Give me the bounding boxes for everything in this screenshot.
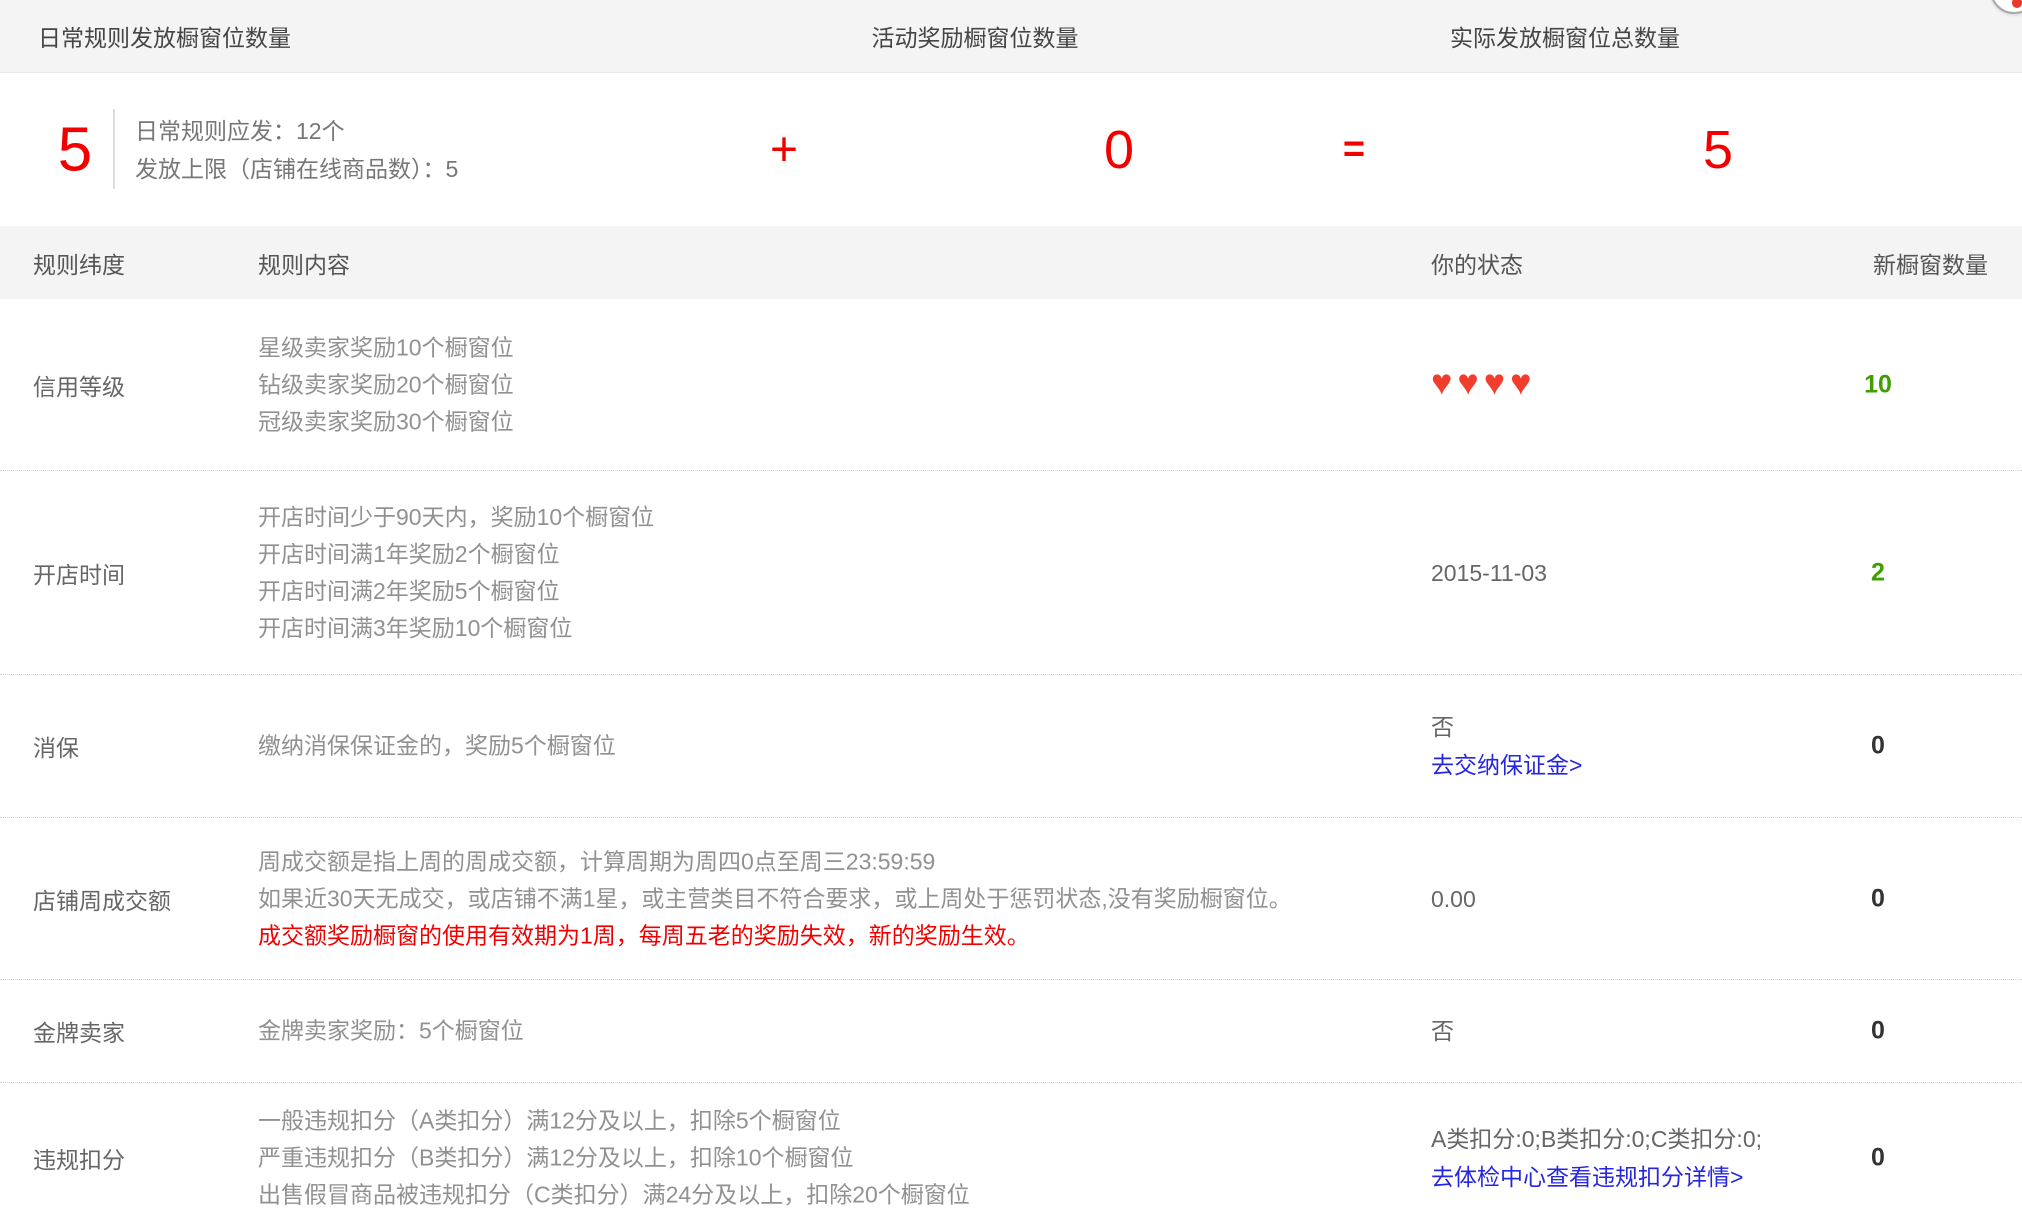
row-count: 0 [1830, 884, 1926, 913]
total-slot-count: 5 [1703, 119, 1733, 181]
summary-title-band: 日常规则发放橱窗位数量 活动奖励橱窗位数量 实际发放橱窗位总数量 [0, 0, 2022, 73]
row-dimension-label: 消保 [33, 729, 79, 763]
row-dimension-label: 金牌卖家 [33, 1014, 125, 1048]
summary-formula-band: 5 日常规则应发：12个 发放上限（店铺在线商品数）：5 + 0 = 5 [0, 73, 2022, 226]
violation-scores: A类扣分:0;B类扣分:0;C类扣分:0; [1431, 1120, 1762, 1158]
health-center-link[interactable]: 去体检中心查看违规扣分详情> [1431, 1164, 1743, 1190]
daily-cap-line: 发放上限（店铺在线商品数）：5 [135, 150, 458, 188]
row-dimension-label: 开店时间 [33, 556, 125, 590]
row-count: 0 [1830, 1143, 1926, 1172]
row-count: 0 [1830, 1017, 1926, 1046]
table-row-violation-points: 违规扣分 一般违规扣分（A类扣分）满12分及以上，扣除5个橱窗位 严重违规扣分（… [0, 1083, 2022, 1232]
row-status: 0.00 [1431, 880, 1476, 918]
header-rule-dimension: 规则纬度 [33, 246, 125, 280]
row-status: 否 去交纳保证金> [1431, 708, 1582, 784]
table-row-consumer-protection: 消保 缴纳消保保证金的，奖励5个橱窗位 否 去交纳保证金> 0 [0, 675, 2022, 818]
vertical-divider [113, 109, 115, 189]
row-content: 一般违规扣分（A类扣分）满12分及以上，扣除5个橱窗位 严重违规扣分（B类扣分）… [258, 1102, 970, 1213]
row-dimension-label: 违规扣分 [33, 1141, 125, 1175]
daily-due-line: 日常规则应发：12个 [135, 112, 458, 150]
table-row-opening-time: 开店时间 开店时间少于90天内，奖励10个橱窗位 开店时间满1年奖励2个橱窗位 … [0, 471, 2022, 675]
table-row-weekly-turnover: 店铺周成交额 周成交额是指上周的周成交额，计算周期为周四0点至周三23:59:5… [0, 818, 2022, 980]
actual-total-title: 实际发放橱窗位总数量 [1450, 19, 1680, 53]
row-count: 0 [1830, 732, 1926, 761]
row-status: 否 [1431, 1012, 1454, 1050]
header-rule-content: 规则内容 [258, 246, 350, 280]
row-status: A类扣分:0;B类扣分:0;C类扣分:0; 去体检中心查看违规扣分详情> [1431, 1120, 1762, 1196]
showcase-rules-page: 日常规则发放橱窗位数量 活动奖励橱窗位数量 实际发放橱窗位总数量 5 日常规则应… [0, 0, 2022, 1232]
status-value: 否 [1431, 1018, 1454, 1044]
row-content: 缴纳消保保证金的，奖励5个橱窗位 [258, 728, 616, 765]
row-dimension-label: 店铺周成交额 [33, 882, 171, 916]
plus-sign: + [770, 122, 798, 177]
validity-warning-text: 成交额奖励橱窗的使用有效期为1周，每周五老的奖励失效，新的奖励生效。 [258, 917, 1292, 954]
activity-reward-title: 活动奖励橱窗位数量 [872, 19, 1079, 53]
row-status: ♥♥♥♥ [1431, 364, 1537, 405]
activity-slot-count: 0 [1104, 119, 1134, 181]
daily-slot-count: 5 [58, 114, 92, 185]
pay-deposit-link[interactable]: 去交纳保证金> [1431, 752, 1582, 778]
credit-hearts-icon: ♥♥♥♥ [1431, 361, 1537, 402]
daily-rule-title: 日常规则发放橱窗位数量 [38, 19, 291, 53]
turnover-value: 0.00 [1431, 886, 1476, 912]
table-row-credit-level: 信用等级 星级卖家奖励10个橱窗位 钻级卖家奖励20个橱窗位 冠级卖家奖励30个… [0, 299, 2022, 471]
row-dimension-label: 信用等级 [33, 368, 125, 402]
row-content: 金牌卖家奖励：5个橱窗位 [258, 1013, 524, 1050]
row-count: 2 [1830, 558, 1926, 587]
row-count: 10 [1830, 370, 1926, 399]
table-row-gold-seller: 金牌卖家 金牌卖家奖励：5个橱窗位 否 0 [0, 980, 2022, 1083]
header-your-status: 你的状态 [1431, 246, 1523, 280]
status-value: 否 [1431, 708, 1582, 746]
rules-table-header: 规则纬度 规则内容 你的状态 新橱窗数量 [0, 226, 2022, 299]
equals-sign: = [1343, 128, 1365, 171]
daily-rule-details: 日常规则应发：12个 发放上限（店铺在线商品数）：5 [135, 112, 458, 188]
row-content: 开店时间少于90天内，奖励10个橱窗位 开店时间满1年奖励2个橱窗位 开店时间满… [258, 499, 654, 647]
opening-date: 2015-11-03 [1431, 560, 1547, 586]
floating-help-button[interactable] [1990, 0, 2022, 14]
header-new-showcase-count: 新橱窗数量 [1873, 246, 1988, 280]
heart-icon [2012, 0, 2022, 8]
row-status: 2015-11-03 [1431, 554, 1547, 592]
row-content: 星级卖家奖励10个橱窗位 钻级卖家奖励20个橱窗位 冠级卖家奖励30个橱窗位 [258, 329, 514, 440]
row-content: 周成交额是指上周的周成交额，计算周期为周四0点至周三23:59:59 如果近30… [258, 843, 1292, 954]
